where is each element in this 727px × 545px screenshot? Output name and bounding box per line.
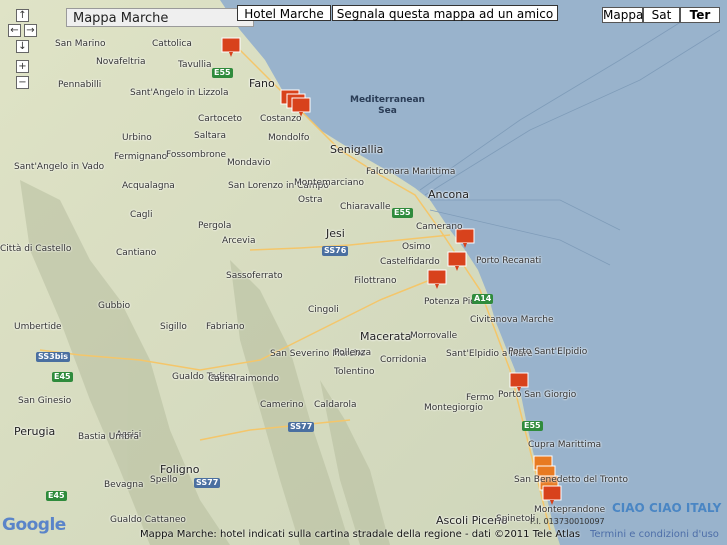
- place-label: Fossombrone: [166, 150, 226, 160]
- place-label: Novafeltria: [96, 57, 146, 67]
- place-label: Perugia: [14, 425, 56, 438]
- place-label: Cupra Marittima: [528, 440, 602, 450]
- place-label: Fermignano: [114, 152, 168, 162]
- place-label: Gualdo Cattaneo: [110, 515, 186, 525]
- place-label: Falconara Marittima: [366, 167, 456, 177]
- place-label: Mondavio: [227, 158, 271, 168]
- place-label: Castelfidardo: [380, 257, 440, 267]
- place-label: Sigillo: [160, 322, 187, 332]
- share-map-button[interactable]: Segnala questa mappa ad un amico: [332, 5, 558, 21]
- road-shield-e55-2: E55: [392, 208, 413, 218]
- place-label: Ostra: [298, 195, 323, 205]
- road-shield-e45: E45: [52, 372, 73, 382]
- place-label: Arcevia: [222, 236, 256, 246]
- vat-code: P.I. 013730010097: [530, 517, 605, 526]
- road-shield-e45-2: E45: [46, 491, 67, 501]
- map-type-mappa[interactable]: Mappa: [602, 7, 643, 23]
- place-label: Chiaravalle: [340, 202, 391, 212]
- pan-right-icon[interactable]: →: [24, 24, 37, 37]
- map-title: Mappa Marche: [66, 8, 254, 27]
- place-label: Cantiano: [116, 248, 157, 258]
- place-label: Sant'Angelo in Vado: [14, 162, 105, 172]
- road-shield-e55-3: E55: [522, 421, 543, 431]
- place-label: Tolentino: [334, 367, 375, 377]
- place-label: Spello: [150, 475, 178, 485]
- road-shield-ss3bis: SS3bis: [36, 352, 70, 362]
- place-label: Castelraimondo: [208, 374, 279, 384]
- place-label: Saltara: [194, 131, 226, 141]
- place-label: Sant'Angelo in Lizzola: [130, 88, 229, 98]
- pan-left-icon[interactable]: ←: [8, 24, 21, 37]
- pan-up-icon[interactable]: ↑: [16, 9, 29, 22]
- place-label: Ancona: [428, 188, 469, 201]
- place-label: Bevagna: [104, 480, 144, 490]
- sea-label: Mediterranean Sea: [350, 95, 425, 116]
- road-shield-ss77-2: SS77: [194, 478, 221, 488]
- place-label: Senigallia: [330, 143, 384, 156]
- place-label: Pollenza: [334, 348, 372, 358]
- place-label: Monteprandone: [534, 505, 606, 515]
- place-label: Acqualagna: [122, 181, 175, 191]
- place-label: Osimo: [402, 242, 431, 252]
- place-label: Camerino: [260, 400, 304, 410]
- place-label: Porto Sant'Elpidio: [508, 347, 588, 357]
- place-label: Corridonia: [380, 355, 427, 365]
- place-label: Montegiorgio: [424, 403, 484, 413]
- place-label: Umbertide: [14, 322, 62, 332]
- map-type-sat[interactable]: Sat: [643, 7, 680, 23]
- road-shield-e55: E55: [212, 68, 233, 78]
- place-label: San Marino: [55, 39, 106, 49]
- place-label: Porto Recanati: [476, 256, 542, 266]
- place-label: Filottrano: [354, 276, 397, 286]
- place-label: Camerano: [416, 222, 463, 232]
- place-label: Tavullia: [178, 60, 212, 70]
- place-label: Porto San Giorgio: [498, 390, 577, 400]
- road-shield-ss76: SS76: [322, 246, 349, 256]
- place-label: Montemarciano: [294, 178, 365, 188]
- place-label: Fabriano: [206, 322, 245, 332]
- terrain-map[interactable]: [0, 0, 727, 545]
- terms-link[interactable]: Termini e condizioni d'uso: [590, 529, 719, 540]
- road-shield-a14: A14: [472, 294, 494, 304]
- place-label: Caldarola: [314, 400, 357, 410]
- zoom-in-icon[interactable]: +: [16, 60, 29, 73]
- map-attribution: Mappa Marche: hotel indicati sulla carti…: [140, 529, 581, 540]
- place-label: Sassoferrato: [226, 271, 283, 281]
- place-label: Jesi: [326, 227, 345, 240]
- google-logo: Google: [2, 515, 66, 535]
- zoom-out-icon[interactable]: −: [16, 76, 29, 89]
- place-label: Morrovalle: [410, 331, 458, 341]
- place-label: Pennabilli: [58, 80, 102, 90]
- place-label: Pergola: [198, 221, 232, 231]
- place-label: Costanzo: [260, 114, 302, 124]
- place-label: Fano: [249, 77, 275, 90]
- pan-down-icon[interactable]: ↓: [16, 40, 29, 53]
- place-label: Mondolfo: [268, 133, 310, 143]
- place-label: Cattolica: [152, 39, 192, 49]
- place-label: Cingoli: [308, 305, 339, 315]
- place-label: Fermo: [466, 393, 495, 403]
- hotel-marche-button[interactable]: Hotel Marche: [237, 5, 331, 21]
- road-shield-ss77: SS77: [288, 422, 315, 432]
- map-type-ter[interactable]: Ter: [680, 7, 720, 23]
- place-label: San Benedetto del Tronto: [514, 475, 628, 485]
- place-label: Gubbio: [98, 301, 131, 311]
- place-label: Civitanova Marche: [470, 315, 554, 325]
- ciao-italy-logo: CIAO CIAO ITALY: [612, 501, 722, 515]
- place-label: Macerata: [360, 330, 412, 343]
- place-label: Città di Castello: [0, 244, 72, 254]
- place-label: Cartoceto: [198, 114, 243, 124]
- place-label: Bastia Umbra: [78, 432, 140, 442]
- place-label: Urbino: [122, 133, 152, 143]
- place-label: Cagli: [130, 210, 153, 220]
- place-label: San Ginesio: [18, 396, 72, 406]
